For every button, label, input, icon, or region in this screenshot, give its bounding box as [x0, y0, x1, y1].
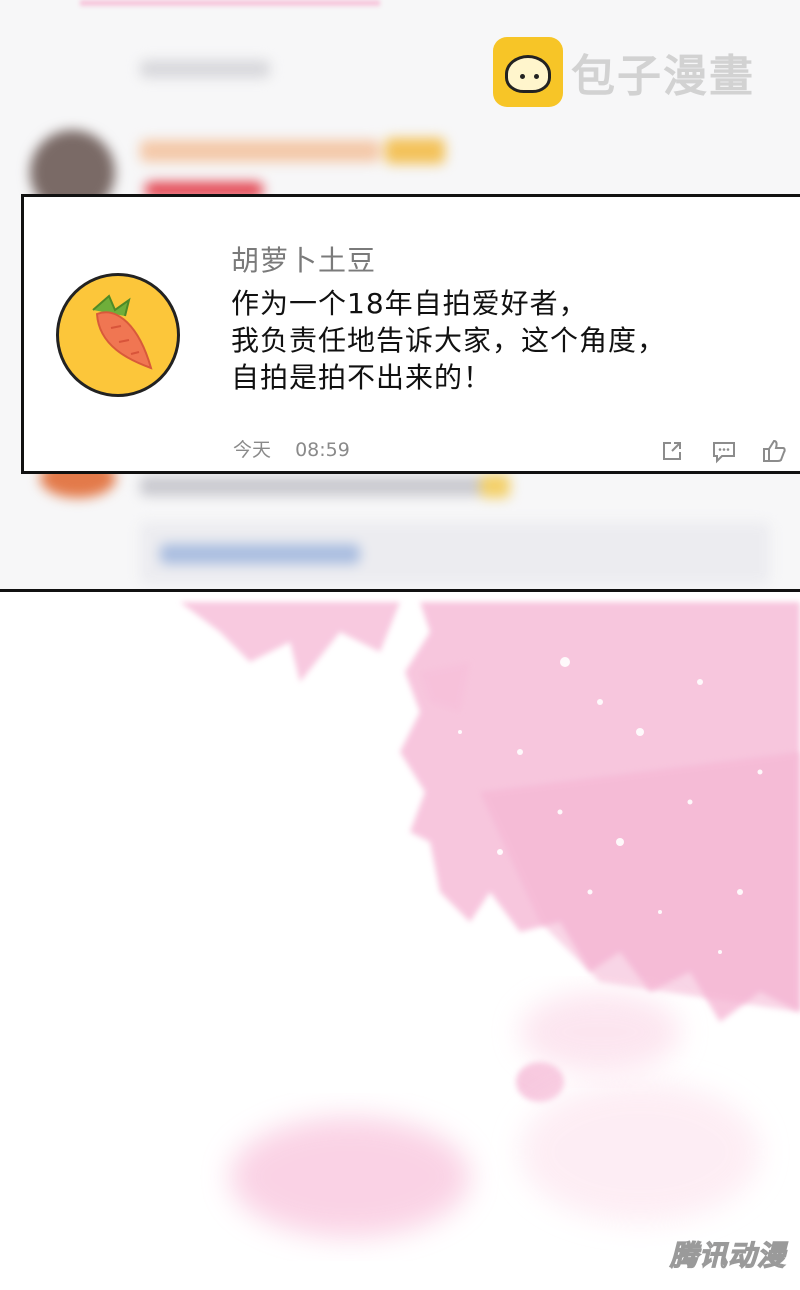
- comment-text: 作为一个18年自拍爱好者， 我负责任地告诉大家，这个角度， 自拍是拍不出来的！: [231, 285, 666, 396]
- paint-splash: [180, 602, 800, 1237]
- publisher-credit: 腾讯动漫: [669, 1238, 786, 1272]
- comment-line: 我负责任地告诉大家，这个角度，: [231, 324, 667, 357]
- like-icon[interactable]: [760, 437, 788, 465]
- comment-date: 今天: [233, 439, 272, 461]
- comment-line: 作为一个18年自拍爱好者，: [231, 287, 588, 320]
- comment-card: 胡萝卜土豆 作为一个18年自拍爱好者， 我负责任地告诉大家，这个角度， 自拍是拍…: [21, 194, 800, 474]
- avatar[interactable]: [56, 273, 180, 397]
- comment-meta: 今天 08:59: [233, 435, 350, 462]
- comment-line: 自拍是拍不出来的！: [231, 361, 493, 394]
- watermark: 包子漫畫: [493, 36, 773, 108]
- carrot-icon: [92, 294, 153, 370]
- share-icon[interactable]: [658, 437, 686, 465]
- comment-time: 08:59: [295, 439, 350, 461]
- watermark-text: 包子漫畫: [571, 51, 755, 102]
- reply-icon[interactable]: [710, 437, 738, 465]
- comment-actions: [658, 437, 800, 465]
- comment-username[interactable]: 胡萝卜土豆: [231, 239, 376, 279]
- bun-face-icon: [493, 37, 563, 107]
- pink-splash-background: 腾讯动漫: [0, 592, 800, 1290]
